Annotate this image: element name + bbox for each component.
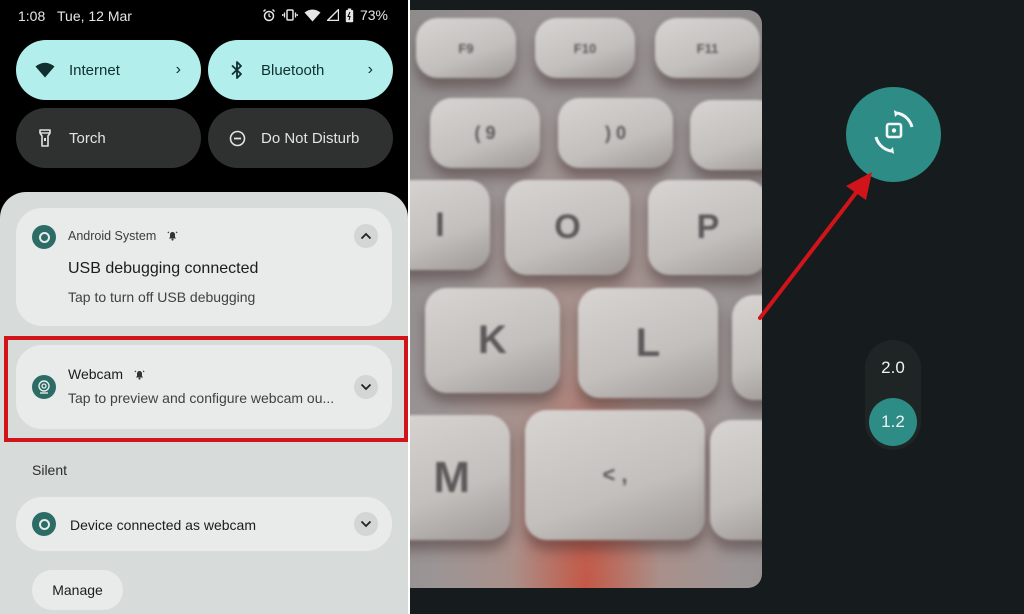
notification-text: Tap to turn off USB debugging — [68, 289, 256, 305]
zoom-option-1.2x[interactable]: 1.2 — [869, 398, 917, 446]
wifi-icon — [304, 9, 321, 22]
bluetooth-icon — [225, 58, 249, 82]
feed-key — [690, 100, 762, 170]
chevron-up-icon — [360, 227, 372, 245]
feed-key: I — [410, 180, 490, 270]
battery-percent: 73% — [359, 7, 388, 23]
feed-key: ) 0 — [558, 98, 673, 168]
vibrate-icon — [282, 8, 298, 22]
cell-signal-icon — [326, 9, 339, 21]
notification-shade: 1:08 Tue, 12 Mar 73% Internet › Bluetoot… — [0, 0, 408, 614]
tile-label: Internet — [69, 61, 120, 79]
webcam-app-icon — [32, 375, 56, 399]
notification-webcam[interactable]: Webcam Tap to preview and configure webc… — [16, 345, 392, 429]
chevron-right-icon[interactable]: › — [176, 61, 181, 79]
manage-button[interactable]: Manage — [32, 570, 123, 610]
tile-label: Torch — [69, 129, 106, 147]
feed-key: P — [648, 180, 762, 275]
status-date: Tue, 12 Mar — [57, 8, 132, 24]
feed-key: < , — [525, 410, 705, 540]
chevron-right-icon[interactable]: › — [368, 61, 373, 79]
collapse-button[interactable] — [354, 224, 378, 248]
feed-key: F10 — [535, 18, 635, 78]
expand-button[interactable] — [354, 512, 378, 536]
feed-key: F9 — [416, 18, 516, 78]
camera-feed: F9 F10 F11 ( 9 ) 0 I O P K L M < , — [410, 10, 762, 588]
tile-internet[interactable]: Internet › — [16, 40, 201, 100]
status-bar: 1:08 Tue, 12 Mar 73% — [0, 0, 408, 34]
feed-key: K — [425, 288, 560, 393]
notification-app-name: Android System — [68, 229, 178, 244]
wifi-icon — [33, 58, 57, 82]
webcam-preview-screen: F9 F10 F11 ( 9 ) 0 I O P K L M < , 2.0 1… — [410, 0, 1024, 614]
tile-bluetooth[interactable]: Bluetooth › — [208, 40, 393, 100]
feed-key: M — [410, 415, 510, 540]
status-icons: 73% — [262, 7, 388, 23]
feed-key — [732, 295, 762, 400]
notification-device-connected[interactable]: Device connected as webcam — [16, 497, 392, 551]
feed-key: ( 9 — [430, 98, 540, 168]
feed-key: F11 — [655, 18, 760, 78]
tile-label: Bluetooth — [261, 61, 325, 79]
expand-button[interactable] — [354, 375, 378, 399]
switch-camera-icon — [866, 104, 922, 165]
tile-label: Do Not Disturb — [261, 129, 360, 147]
chevron-down-icon — [360, 378, 372, 396]
alerting-bell-icon — [167, 230, 178, 244]
notification-title: USB debugging connected — [68, 260, 259, 277]
battery-charging-icon — [345, 8, 354, 23]
alarm-icon — [262, 8, 276, 22]
alerting-bell-icon — [134, 367, 145, 383]
notification-text: Tap to preview and configure webcam ou..… — [68, 390, 335, 406]
tile-do-not-disturb[interactable]: Do Not Disturb — [208, 108, 393, 168]
status-time: 1:08 — [18, 8, 46, 24]
feed-key — [710, 420, 762, 540]
feed-key: O — [505, 180, 630, 275]
notification-title: Device connected as webcam — [70, 517, 256, 533]
notification-usb-debugging[interactable]: Android System USB debugging connected T… — [16, 208, 392, 326]
zoom-option-2x[interactable]: 2.0 — [869, 344, 917, 392]
do-not-disturb-icon — [225, 126, 249, 150]
notification-app-name: Webcam — [68, 366, 145, 383]
switch-camera-button[interactable] — [846, 87, 941, 182]
tile-torch[interactable]: Torch — [16, 108, 201, 168]
android-system-icon — [32, 512, 56, 536]
android-system-icon — [32, 225, 56, 249]
silent-section-header: Silent — [32, 462, 68, 478]
flashlight-icon — [33, 126, 57, 150]
feed-key: L — [578, 288, 718, 398]
chevron-down-icon — [360, 515, 372, 533]
